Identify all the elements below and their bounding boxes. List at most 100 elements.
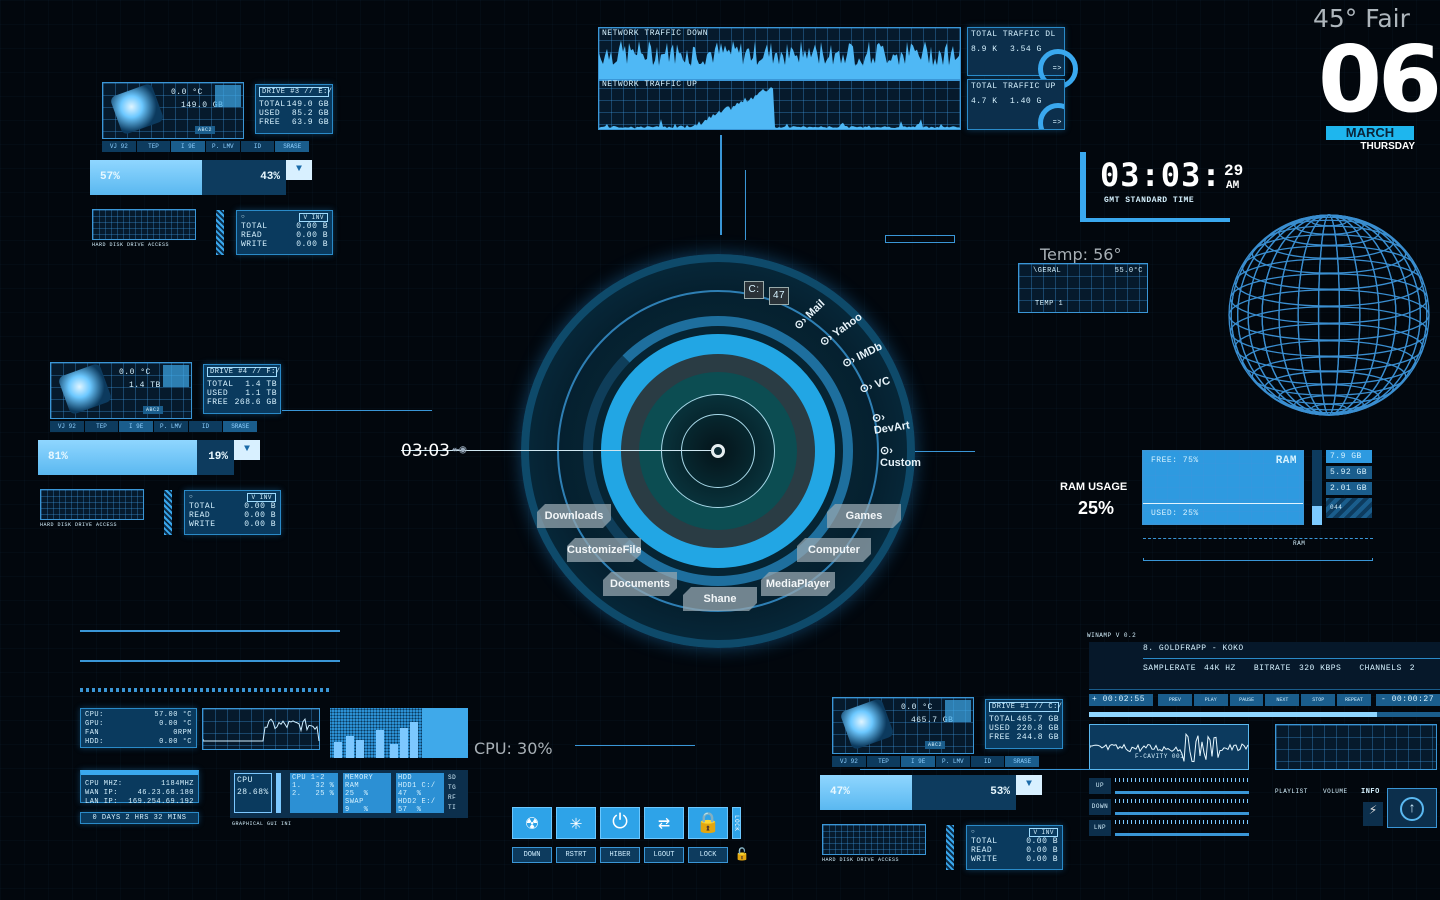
drive-tab[interactable]: VJ 92 <box>50 421 85 432</box>
circle-icon: ○ <box>971 828 976 835</box>
folder-shortcut-downloads[interactable]: Downloads <box>537 504 611 528</box>
dl-arrow-icon[interactable]: => <box>1053 65 1062 73</box>
winamp-track: 8. GOLDFRAPP - KOKO <box>1143 644 1244 653</box>
temp-sensor: TEMP 1 <box>1035 300 1064 308</box>
drive-tab[interactable]: I 9E <box>901 756 937 767</box>
winamp-slider-label: UP <box>1089 778 1111 794</box>
drive-usage-bar: 81% 19% <box>38 440 234 475</box>
winamp-slider[interactable] <box>1115 820 1249 836</box>
drive-tab[interactable]: P. LMV <box>936 756 971 767</box>
total-label: TOTAL <box>207 380 234 389</box>
upload-arrow-button[interactable]: ↑ <box>1387 788 1437 828</box>
drive-tab[interactable]: P. LMV <box>206 141 241 152</box>
power-hiber-button[interactable]: ⏻ HIBER <box>600 807 640 867</box>
drive-tab[interactable]: SRASE <box>1005 756 1041 767</box>
winamp-next-button[interactable]: NEXT <box>1265 694 1300 706</box>
winamp-prev-button[interactable]: PREV <box>1158 694 1192 706</box>
lock-toggle-button[interactable]: LOCK 🔓 <box>732 807 752 867</box>
winamp-slider[interactable] <box>1115 799 1249 815</box>
lightning-icon: ⚡ <box>1363 802 1383 826</box>
drive-info: DRIVE #3 // E:/ TOTAL 149.0 GB USED 85.2 G… <box>255 84 333 134</box>
dropdown-button[interactable]: ▼ <box>1016 775 1042 795</box>
drive-tab[interactable]: VJ 92 <box>102 141 137 152</box>
winamp-stop-button[interactable]: STOP <box>1301 694 1336 706</box>
power-lock-button[interactable]: 🔒 LOCK <box>688 807 728 867</box>
drive-tab[interactable]: I 9E <box>171 141 207 152</box>
winamp-play-button[interactable]: PLAY <box>1193 694 1228 706</box>
hub-drive-letter[interactable]: C: <box>744 281 764 299</box>
folder-shortcut-mediaplayer[interactable]: MediaPlayer <box>761 572 835 596</box>
drive-tab[interactable]: TEP <box>866 756 902 767</box>
used-percent: 81% <box>48 451 68 463</box>
hard-drive-icon <box>109 82 165 136</box>
network-up-area <box>599 87 960 129</box>
playlist-button[interactable]: PLAYLIST <box>1275 788 1308 795</box>
drive-used: 220.8 GB <box>1016 724 1059 733</box>
samplerate-value: 44K HZ <box>1204 664 1236 673</box>
free-label: FREE <box>259 118 281 127</box>
io-mode-toggle[interactable]: V INV <box>247 493 276 502</box>
globe-latitude <box>1264 225 1394 259</box>
folder-shortcut-computer[interactable]: Computer <box>797 538 871 562</box>
drive-tab[interactable]: SRASE <box>275 141 311 152</box>
cpu-side-label: TI <box>448 804 457 811</box>
drive-tab[interactable]: ID <box>240 141 276 152</box>
bitrate-label: BITRATE <box>1253 664 1291 673</box>
info-button[interactable]: INFO <box>1361 788 1380 796</box>
drive-tab[interactable]: TEP <box>84 421 120 432</box>
folder-shortcut-games[interactable]: Games <box>827 504 901 528</box>
io-mode-toggle[interactable]: V INV <box>299 213 328 222</box>
io-write-label: WRITE <box>189 520 216 529</box>
sensor-value: 0.00 °C <box>159 738 192 746</box>
drive-free: 268.6 GB <box>234 398 277 407</box>
drive-tab[interactable]: TEP <box>136 141 172 152</box>
network-traffic-panel: NETWORK TRAFFIC DOWN NETWORK TRAFFIC UP <box>598 27 961 130</box>
drive-tab[interactable]: I 9E <box>119 421 155 432</box>
volume-label: VOLUME <box>1323 788 1348 795</box>
io-total: 0.00 B <box>244 502 276 511</box>
ram-usage-title: RAM USAGE <box>1060 481 1128 493</box>
drive-tab[interactable]: VJ 92 <box>832 756 867 767</box>
total-dl-title: TOTAL TRAFFIC DL <box>971 30 1056 39</box>
cpu-core1: 1. 32 % <box>292 782 335 790</box>
sensor-value: 57.00 °C <box>154 711 192 719</box>
winamp-slider-label: DOWN <box>1089 799 1111 815</box>
folder-shortcut-documents[interactable]: Documents <box>603 572 677 596</box>
drive-tab[interactable]: P. LMV <box>154 421 189 432</box>
used-label: USED <box>989 724 1011 733</box>
folder-shortcut-shane[interactable]: Shane <box>683 587 757 611</box>
drive-tab[interactable]: ID <box>970 756 1006 767</box>
sysinfo-value: 169.254.69.192 <box>128 798 194 806</box>
power-button-label: LOCK <box>688 847 728 863</box>
power-lgout-button[interactable]: ⇄ LGOUT <box>644 807 684 867</box>
ul-arrow-icon[interactable]: => <box>1053 119 1062 127</box>
winamp-slider-label: LNP <box>1089 820 1111 836</box>
sysinfo-label: CPU MHZ: <box>85 780 123 788</box>
hub-link-custom[interactable]: ⊙› Custom <box>880 444 921 469</box>
drive-info: DRIVE #4 // F:/ TOTAL 1.4 TB USED 1.1 TB F… <box>203 364 281 414</box>
io-mode-toggle[interactable]: V INV <box>1029 828 1058 837</box>
io-total: 0.00 B <box>1026 837 1058 846</box>
remaining-time: - 00:00:27 <box>1376 694 1440 706</box>
elapsed-time: + 00:02:55 <box>1089 694 1153 706</box>
ram-total: 7.9 GB <box>1326 450 1372 463</box>
dropdown-button[interactable]: ▼ <box>234 440 260 460</box>
power-rstrt-button[interactable]: ✳ RSTRT <box>556 807 596 867</box>
sysinfo-value: 1184MHZ <box>161 780 194 788</box>
drive-tab[interactable]: ID <box>188 421 224 432</box>
io-total: 0.00 B <box>296 222 328 231</box>
track-progress-bar[interactable] <box>1089 712 1440 717</box>
winamp-pause-button[interactable]: PAUSE <box>1229 694 1264 706</box>
sensor-value: 0.00 °C <box>159 720 192 728</box>
power-down-button[interactable]: ☢ DOWN <box>512 807 552 867</box>
dl-rate: 8.9 K <box>971 45 998 54</box>
cpu-box-value: 28.68% <box>237 788 269 797</box>
drive-tab[interactable]: SRASE <box>223 421 259 432</box>
date-weekday: THURSDAY <box>1360 141 1415 152</box>
winamp-repeat-button[interactable]: REPEAT <box>1337 694 1371 706</box>
folder-shortcut-customizefile[interactable]: CustomizeFile <box>567 538 641 562</box>
dropdown-button[interactable]: ▼ <box>286 160 312 180</box>
io-total-label: TOTAL <box>189 502 216 511</box>
winamp-slider[interactable] <box>1115 778 1249 794</box>
hub-center-button[interactable] <box>711 444 725 458</box>
